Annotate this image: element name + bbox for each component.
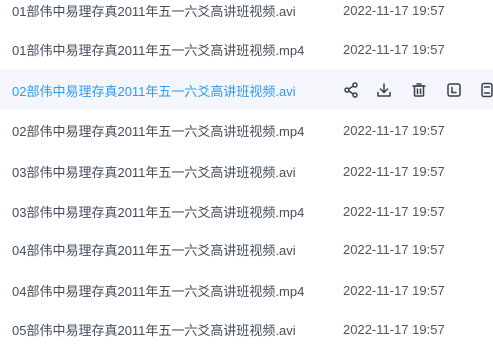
file-modified-time: 2022-11-17 19:57 bbox=[343, 203, 445, 219]
file-modified-time: 2022-11-17 19:57 bbox=[343, 241, 445, 257]
share-icon[interactable] bbox=[340, 79, 362, 101]
file-name[interactable]: 03部伟中易理存真2011年五一六爻高讲班视频.mp4 bbox=[12, 202, 304, 221]
file-row[interactable]: 02部伟中易理存真2011年五一六爻高讲班视频.mp4 2022-11-17 1… bbox=[0, 110, 493, 150]
file-name[interactable]: 01部伟中易理存真2011年五一六爻高讲班视频.avi bbox=[12, 1, 296, 20]
download-icon[interactable] bbox=[373, 79, 395, 101]
file-name[interactable]: 02部伟中易理存真2011年五一六爻高讲班视频.mp4 bbox=[12, 121, 304, 140]
rename-icon[interactable] bbox=[443, 79, 465, 101]
file-row[interactable]: 01部伟中易理存真2011年五一六爻高讲班视频.avi 2022-11-17 1… bbox=[0, 0, 493, 30]
file-row[interactable]: 01部伟中易理存真2011年五一六爻高讲班视频.mp4 2022-11-17 1… bbox=[0, 29, 493, 69]
file-row-hovered[interactable]: 02部伟中易理存真2011年五一六爻高讲班视频.avi bbox=[0, 70, 493, 110]
file-list: 01部伟中易理存真2011年五一六爻高讲班视频.avi 2022-11-17 1… bbox=[0, 0, 493, 345]
file-row[interactable]: 04部伟中易理存真2011年五一六爻高讲班视频.avi 2022-11-17 1… bbox=[0, 229, 493, 269]
file-name[interactable]: 04部伟中易理存真2011年五一六爻高讲班视频.mp4 bbox=[12, 281, 304, 300]
file-modified-time: 2022-11-17 19:57 bbox=[343, 41, 445, 57]
delete-icon[interactable] bbox=[408, 79, 430, 101]
file-name[interactable]: 03部伟中易理存真2011年五一六爻高讲班视频.avi bbox=[12, 162, 296, 181]
file-row[interactable]: 04部伟中易理存真2011年五一六爻高讲班视频.mp4 2022-11-17 1… bbox=[0, 270, 493, 310]
file-modified-time: 2022-11-17 19:57 bbox=[343, 321, 445, 337]
file-name[interactable]: 05部伟中易理存真2011年五一六爻高讲班视频.avi bbox=[12, 320, 296, 339]
file-modified-time: 2022-11-17 19:57 bbox=[343, 122, 445, 138]
file-modified-time: 2022-11-17 19:57 bbox=[343, 282, 445, 298]
file-row[interactable]: 05部伟中易理存真2011年五一六爻高讲班视频.avi 2022-11-17 1… bbox=[0, 309, 493, 345]
file-modified-time: 2022-11-17 19:57 bbox=[343, 2, 445, 18]
file-name[interactable]: 01部伟中易理存真2011年五一六爻高讲班视频.mp4 bbox=[12, 40, 304, 59]
more-icon[interactable] bbox=[476, 79, 493, 101]
file-name[interactable]: 04部伟中易理存真2011年五一六爻高讲班视频.avi bbox=[12, 240, 296, 259]
file-row[interactable]: 03部伟中易理存真2011年五一六爻高讲班视频.avi 2022-11-17 1… bbox=[0, 151, 493, 191]
file-name[interactable]: 02部伟中易理存真2011年五一六爻高讲班视频.avi bbox=[12, 81, 296, 100]
file-modified-time: 2022-11-17 19:57 bbox=[343, 163, 445, 179]
file-row[interactable]: 03部伟中易理存真2011年五一六爻高讲班视频.mp4 2022-11-17 1… bbox=[0, 191, 493, 231]
